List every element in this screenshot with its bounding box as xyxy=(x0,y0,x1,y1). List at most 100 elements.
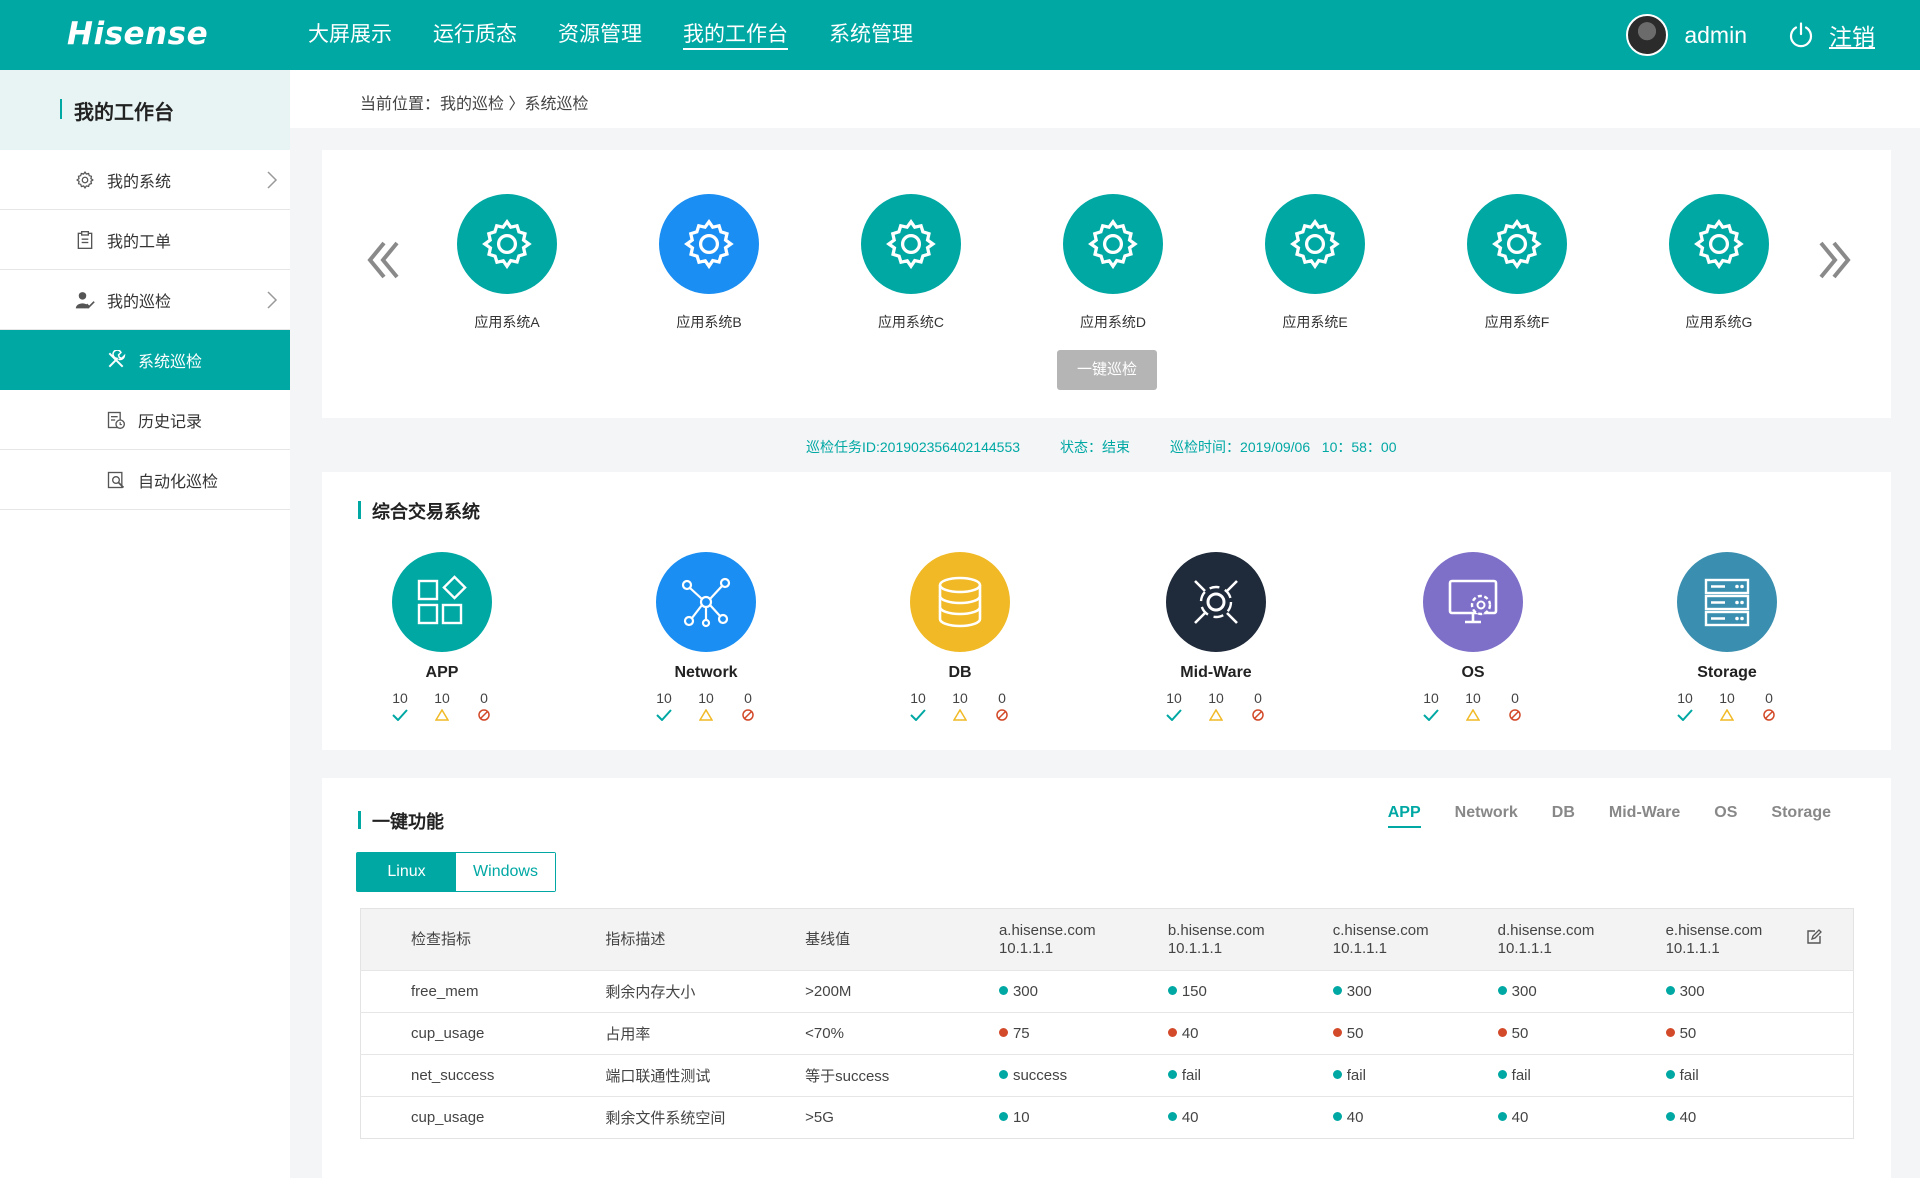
category-app[interactable]: APP 10 10 0 xyxy=(352,552,532,722)
value-text: 40 xyxy=(1346,1109,1364,1126)
sidebar-item-my-systems[interactable]: 我的系统 xyxy=(0,150,290,210)
next-arrow-icon[interactable] xyxy=(1816,235,1854,285)
system-item[interactable]: 应用系统C xyxy=(836,194,986,332)
nav-dashboard[interactable]: 大屏展示 xyxy=(308,0,392,70)
system-label: 应用系统G xyxy=(1685,314,1753,330)
system-item[interactable]: 应用系统E xyxy=(1240,194,1390,332)
value-text: fail xyxy=(1346,1067,1366,1084)
search-doc-icon xyxy=(106,470,126,490)
check-icon xyxy=(1676,708,1694,722)
tab-storage[interactable]: Storage xyxy=(1771,804,1831,828)
warning-icon xyxy=(1207,708,1225,722)
category-counts: 10 10 0 xyxy=(352,690,532,706)
sidebar: 我的工作台 我的系统 我的工单 我的巡检 系统巡检 历史记录 自动化巡检 xyxy=(0,70,290,1178)
value-cell: 40 xyxy=(1665,1096,1806,1139)
status-dot-ok xyxy=(1497,986,1507,995)
sidebar-item-history[interactable]: 历史记录 xyxy=(0,390,290,450)
ok-count: 10 xyxy=(1166,690,1182,706)
category-counts: 10 10 0 xyxy=(616,690,796,706)
error-icon xyxy=(739,708,757,722)
value-cell: 40 xyxy=(1497,1096,1666,1139)
tab-mid-ware[interactable]: Mid-Ware xyxy=(1609,804,1680,828)
status-dot-ok xyxy=(1497,1112,1507,1121)
system-item[interactable]: 应用系统A xyxy=(432,194,582,332)
error-count: 0 xyxy=(998,690,1006,706)
status-marks xyxy=(1126,708,1306,722)
error-count: 0 xyxy=(480,690,488,706)
sidebar-item-my-inspection[interactable]: 我的巡检 xyxy=(0,270,290,330)
sidebar-item-auto-inspection[interactable]: 自动化巡检 xyxy=(0,450,290,510)
system-item[interactable]: 应用系统D xyxy=(1038,194,1188,332)
status-dot-ok xyxy=(998,986,1008,995)
system-item[interactable]: 应用系统F xyxy=(1442,194,1592,332)
host-ip: 10.1.1.1 xyxy=(1497,939,1552,957)
status-marks xyxy=(870,708,1050,722)
value-cell: 300 xyxy=(1332,970,1498,1013)
tools-icon xyxy=(106,349,126,370)
tab-db[interactable]: DB xyxy=(1552,804,1575,828)
category-mid-ware[interactable]: Mid-Ware 10 10 0 xyxy=(1126,552,1306,722)
category-name: Mid-Ware xyxy=(1180,664,1252,681)
system-item[interactable]: 应用系统G xyxy=(1644,194,1794,332)
avatar[interactable] xyxy=(1626,14,1669,56)
table-row: free_mem 剩余内存大小 >200M 300 150 300 300 30… xyxy=(360,970,1854,1013)
category-os[interactable]: OS 10 10 0 xyxy=(1383,552,1563,722)
host-ip: 10.1.1.1 xyxy=(1332,939,1387,957)
value-cell: 40 xyxy=(1167,1096,1333,1139)
system-label: 应用系统A xyxy=(474,314,540,330)
edit-icon[interactable] xyxy=(1806,929,1822,945)
value-cell: 40 xyxy=(1167,1012,1333,1055)
status-dot-alert xyxy=(998,1028,1008,1037)
functions-card: 一键功能 APP Network DB Mid-Ware OS Storage … xyxy=(322,778,1891,1178)
sidebar-item-system-inspection[interactable]: 系统巡检 xyxy=(0,330,290,390)
logout-link[interactable]: 注销 xyxy=(1829,18,1875,52)
windows-toggle[interactable]: Windows xyxy=(456,853,555,891)
tab-app[interactable]: APP xyxy=(1387,804,1421,828)
check-icon xyxy=(391,708,409,722)
prev-arrow-icon[interactable] xyxy=(364,235,402,285)
tab-os[interactable]: OS xyxy=(1714,804,1737,828)
sidebar-item-label: 自动化巡检 xyxy=(138,473,219,491)
status-dot-ok xyxy=(1167,1112,1177,1121)
category-name: DB xyxy=(948,664,972,681)
status-dot-ok xyxy=(1332,986,1342,995)
system-label: 应用系统E xyxy=(1282,314,1348,330)
main-nav: 大屏展示 运行质态 资源管理 我的工作台 系统管理 xyxy=(308,0,954,70)
ok-count: 10 xyxy=(392,690,408,706)
value-cell: fail xyxy=(1665,1054,1806,1097)
nav-quality[interactable]: 运行质态 xyxy=(433,0,517,70)
sidebar-item-label: 历史记录 xyxy=(138,413,203,431)
category-db[interactable]: DB 10 10 0 xyxy=(870,552,1050,722)
value-cell: fail xyxy=(1167,1054,1333,1097)
table-row: net_success 端口联通性测试 等于success success fa… xyxy=(360,1054,1854,1097)
system-label: 应用系统C xyxy=(877,314,945,330)
error-icon xyxy=(1760,708,1778,722)
gear-icon xyxy=(861,194,961,294)
warning-icon xyxy=(1718,708,1736,722)
metric-cell: free_mem xyxy=(360,970,606,1013)
value-text: fail xyxy=(1181,1067,1202,1084)
status-dot-alert xyxy=(1332,1028,1342,1037)
nav-resources[interactable]: 资源管理 xyxy=(558,0,642,70)
sidebar-item-my-tickets[interactable]: 我的工单 xyxy=(0,210,290,270)
header-host: e.hisense.com 10.1.1.1 xyxy=(1666,909,1806,971)
category-counts: 10 10 0 xyxy=(870,690,1050,706)
hisense-logo[interactable]: Hisense xyxy=(67,16,208,52)
system-item[interactable]: 应用系统B xyxy=(634,194,784,332)
warning-icon xyxy=(433,708,451,722)
category-storage[interactable]: Storage 10 10 0 xyxy=(1637,552,1817,722)
value-cell: 10 xyxy=(998,1096,1168,1139)
value-text: 300 xyxy=(1346,983,1372,1000)
category-network[interactable]: Network 10 10 0 xyxy=(616,552,796,722)
nav-system-admin[interactable]: 系统管理 xyxy=(829,0,913,70)
database-icon xyxy=(910,552,1010,652)
power-icon[interactable] xyxy=(1787,21,1815,49)
one-key-inspect-button[interactable]: 一键巡检 xyxy=(1057,350,1157,390)
description-cell: 剩余内存大小 xyxy=(605,970,806,1013)
task-status: 状态：结束 xyxy=(1060,439,1131,455)
linux-toggle[interactable]: Linux xyxy=(357,853,456,891)
user-check-icon xyxy=(75,290,95,310)
username[interactable]: admin xyxy=(1684,22,1747,49)
tab-network[interactable]: Network xyxy=(1455,804,1518,828)
nav-workbench[interactable]: 我的工作台 xyxy=(683,0,788,70)
